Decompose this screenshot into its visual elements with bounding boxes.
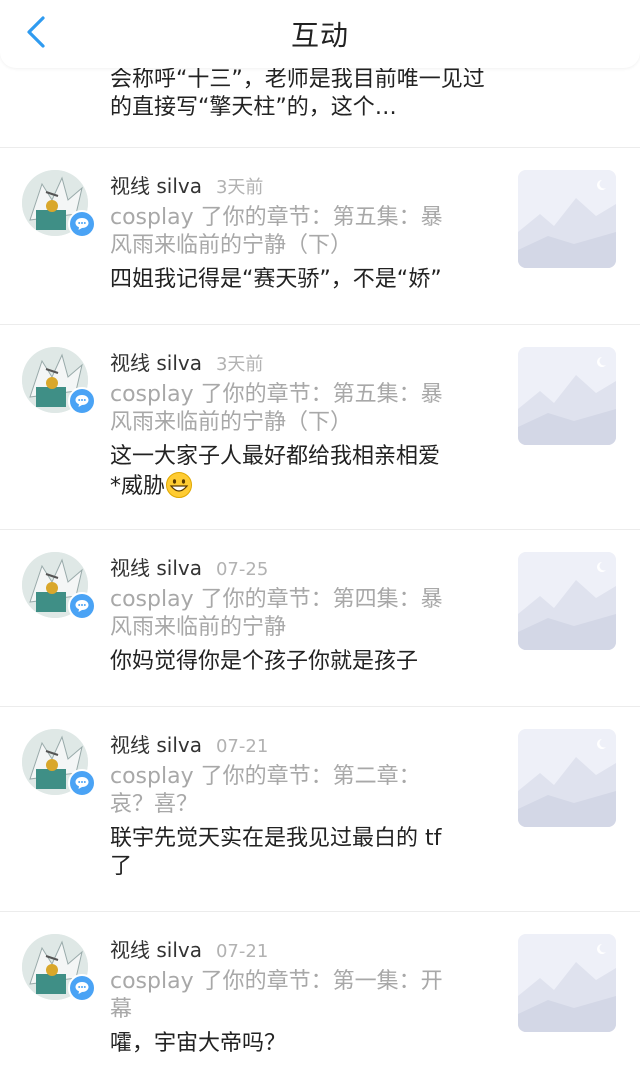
list-item[interactable]: 视线 silva 07-21 cosplay 了你的章节：第二章： 哀？喜？ 联… <box>0 707 640 912</box>
timestamp: 07-25 <box>215 559 269 580</box>
avatar[interactable] <box>22 934 96 1008</box>
user-name[interactable]: 视线 silva <box>110 934 202 963</box>
user-name[interactable]: 视线 silva <box>110 347 202 376</box>
comment-bubble-icon <box>75 395 89 407</box>
timestamp: 3天前 <box>215 354 264 375</box>
grinning-face-icon <box>166 472 193 498</box>
comment-text: 四姐我记得是“赛天骄”，不是“娇” <box>110 267 442 292</box>
comment-badge <box>68 974 96 1002</box>
avatar[interactable] <box>22 552 96 626</box>
comment-text: 嚯，宇宙大帝吗？ <box>110 1031 287 1056</box>
top-nav-bar: 互动 <box>0 0 640 68</box>
comment-bubble-icon <box>75 600 89 612</box>
comment-badge <box>68 769 96 797</box>
item-content: 视线 silva 3天前 cosplay 了你的章节：第五集：暴 风雨来临前的宁… <box>110 347 490 501</box>
chapter-thumbnail[interactable] <box>518 934 616 1032</box>
list-item[interactable]: 视线 silva 3天前 cosplay 了你的章节：第五集：暴 风雨来临前的宁… <box>0 148 640 325</box>
target-chapter: cosplay 了你的章节：第四集：暴 风雨来临前的宁静 <box>110 587 443 640</box>
item-content: 视线 silva 07-25 cosplay 了你的章节：第四集：暴 风雨来临前… <box>110 552 490 676</box>
image-placeholder-icon <box>518 170 616 268</box>
timestamp: 3天前 <box>215 177 264 198</box>
comment-badge <box>68 210 96 238</box>
item-content: 视线 silva 07-21 cosplay 了你的章节：第一集：开 幕 嚯，宇… <box>110 934 490 1058</box>
chapter-thumbnail[interactable] <box>518 347 616 445</box>
chapter-thumbnail[interactable] <box>518 170 616 268</box>
user-name[interactable]: 视线 silva <box>110 170 202 199</box>
avatar[interactable] <box>22 170 96 244</box>
item-content: 视线 silva 07-21 cosplay 了你的章节：第二章： 哀？喜？ 联… <box>110 729 490 881</box>
target-chapter: cosplay 了你的章节：第五集：暴 风雨来临前的宁静（下） <box>110 382 443 435</box>
timestamp: 07-21 <box>215 941 269 962</box>
comment-text: 这一大家子人最好都给我相亲相爱 *威胁 <box>110 444 441 499</box>
avatar[interactable] <box>22 729 96 803</box>
interactions-page: 互动 会称呼“十三”，老师是我目前唯一见过的直接写“擎天柱”的，这个… 视线 s… <box>0 0 640 1075</box>
comment-badge <box>68 387 96 415</box>
image-placeholder-icon <box>518 552 616 650</box>
image-placeholder-icon <box>518 347 616 445</box>
user-name[interactable]: 视线 silva <box>110 729 202 758</box>
chapter-thumbnail[interactable] <box>518 729 616 827</box>
comment-bubble-icon <box>75 218 89 230</box>
image-placeholder-icon <box>518 934 616 1032</box>
comment-text: 联宇先觉天实在是我见过最白的 tf 了 <box>110 826 442 879</box>
chapter-thumbnail[interactable] <box>518 552 616 650</box>
comment-text: 你妈觉得你是个孩子你就是孩子 <box>110 649 419 674</box>
image-placeholder-icon <box>518 729 616 827</box>
list-item[interactable]: 视线 silva 07-21 cosplay 了你的章节：第一集：开 幕 嚯，宇… <box>0 912 640 1075</box>
target-chapter: cosplay 了你的章节：第二章： 哀？喜？ <box>110 764 421 817</box>
interaction-list: 视线 silva 3天前 cosplay 了你的章节：第五集：暴 风雨来临前的宁… <box>0 148 640 1075</box>
item-content: 视线 silva 3天前 cosplay 了你的章节：第五集：暴 风雨来临前的宁… <box>110 170 490 294</box>
comment-bubble-icon <box>75 982 89 994</box>
list-item[interactable]: 视线 silva 07-25 cosplay 了你的章节：第四集：暴 风雨来临前… <box>0 530 640 707</box>
list-item-partial[interactable]: 会称呼“十三”，老师是我目前唯一见过的直接写“擎天柱”的，这个… <box>0 60 640 148</box>
target-chapter: cosplay 了你的章节：第一集：开 幕 <box>110 969 443 1022</box>
comment-bubble-icon <box>75 777 89 789</box>
target-chapter: cosplay 了你的章节：第五集：暴 风雨来临前的宁静（下） <box>110 205 443 258</box>
list-item[interactable]: 视线 silva 3天前 cosplay 了你的章节：第五集：暴 风雨来临前的宁… <box>0 325 640 530</box>
timestamp: 07-21 <box>215 736 269 757</box>
comment-badge <box>68 592 96 620</box>
comment-text: 会称呼“十三”，老师是我目前唯一见过的直接写“擎天柱”的，这个… <box>110 67 485 120</box>
page-title: 互动 <box>290 19 349 52</box>
avatar[interactable] <box>22 347 96 421</box>
user-name[interactable]: 视线 silva <box>110 552 202 581</box>
